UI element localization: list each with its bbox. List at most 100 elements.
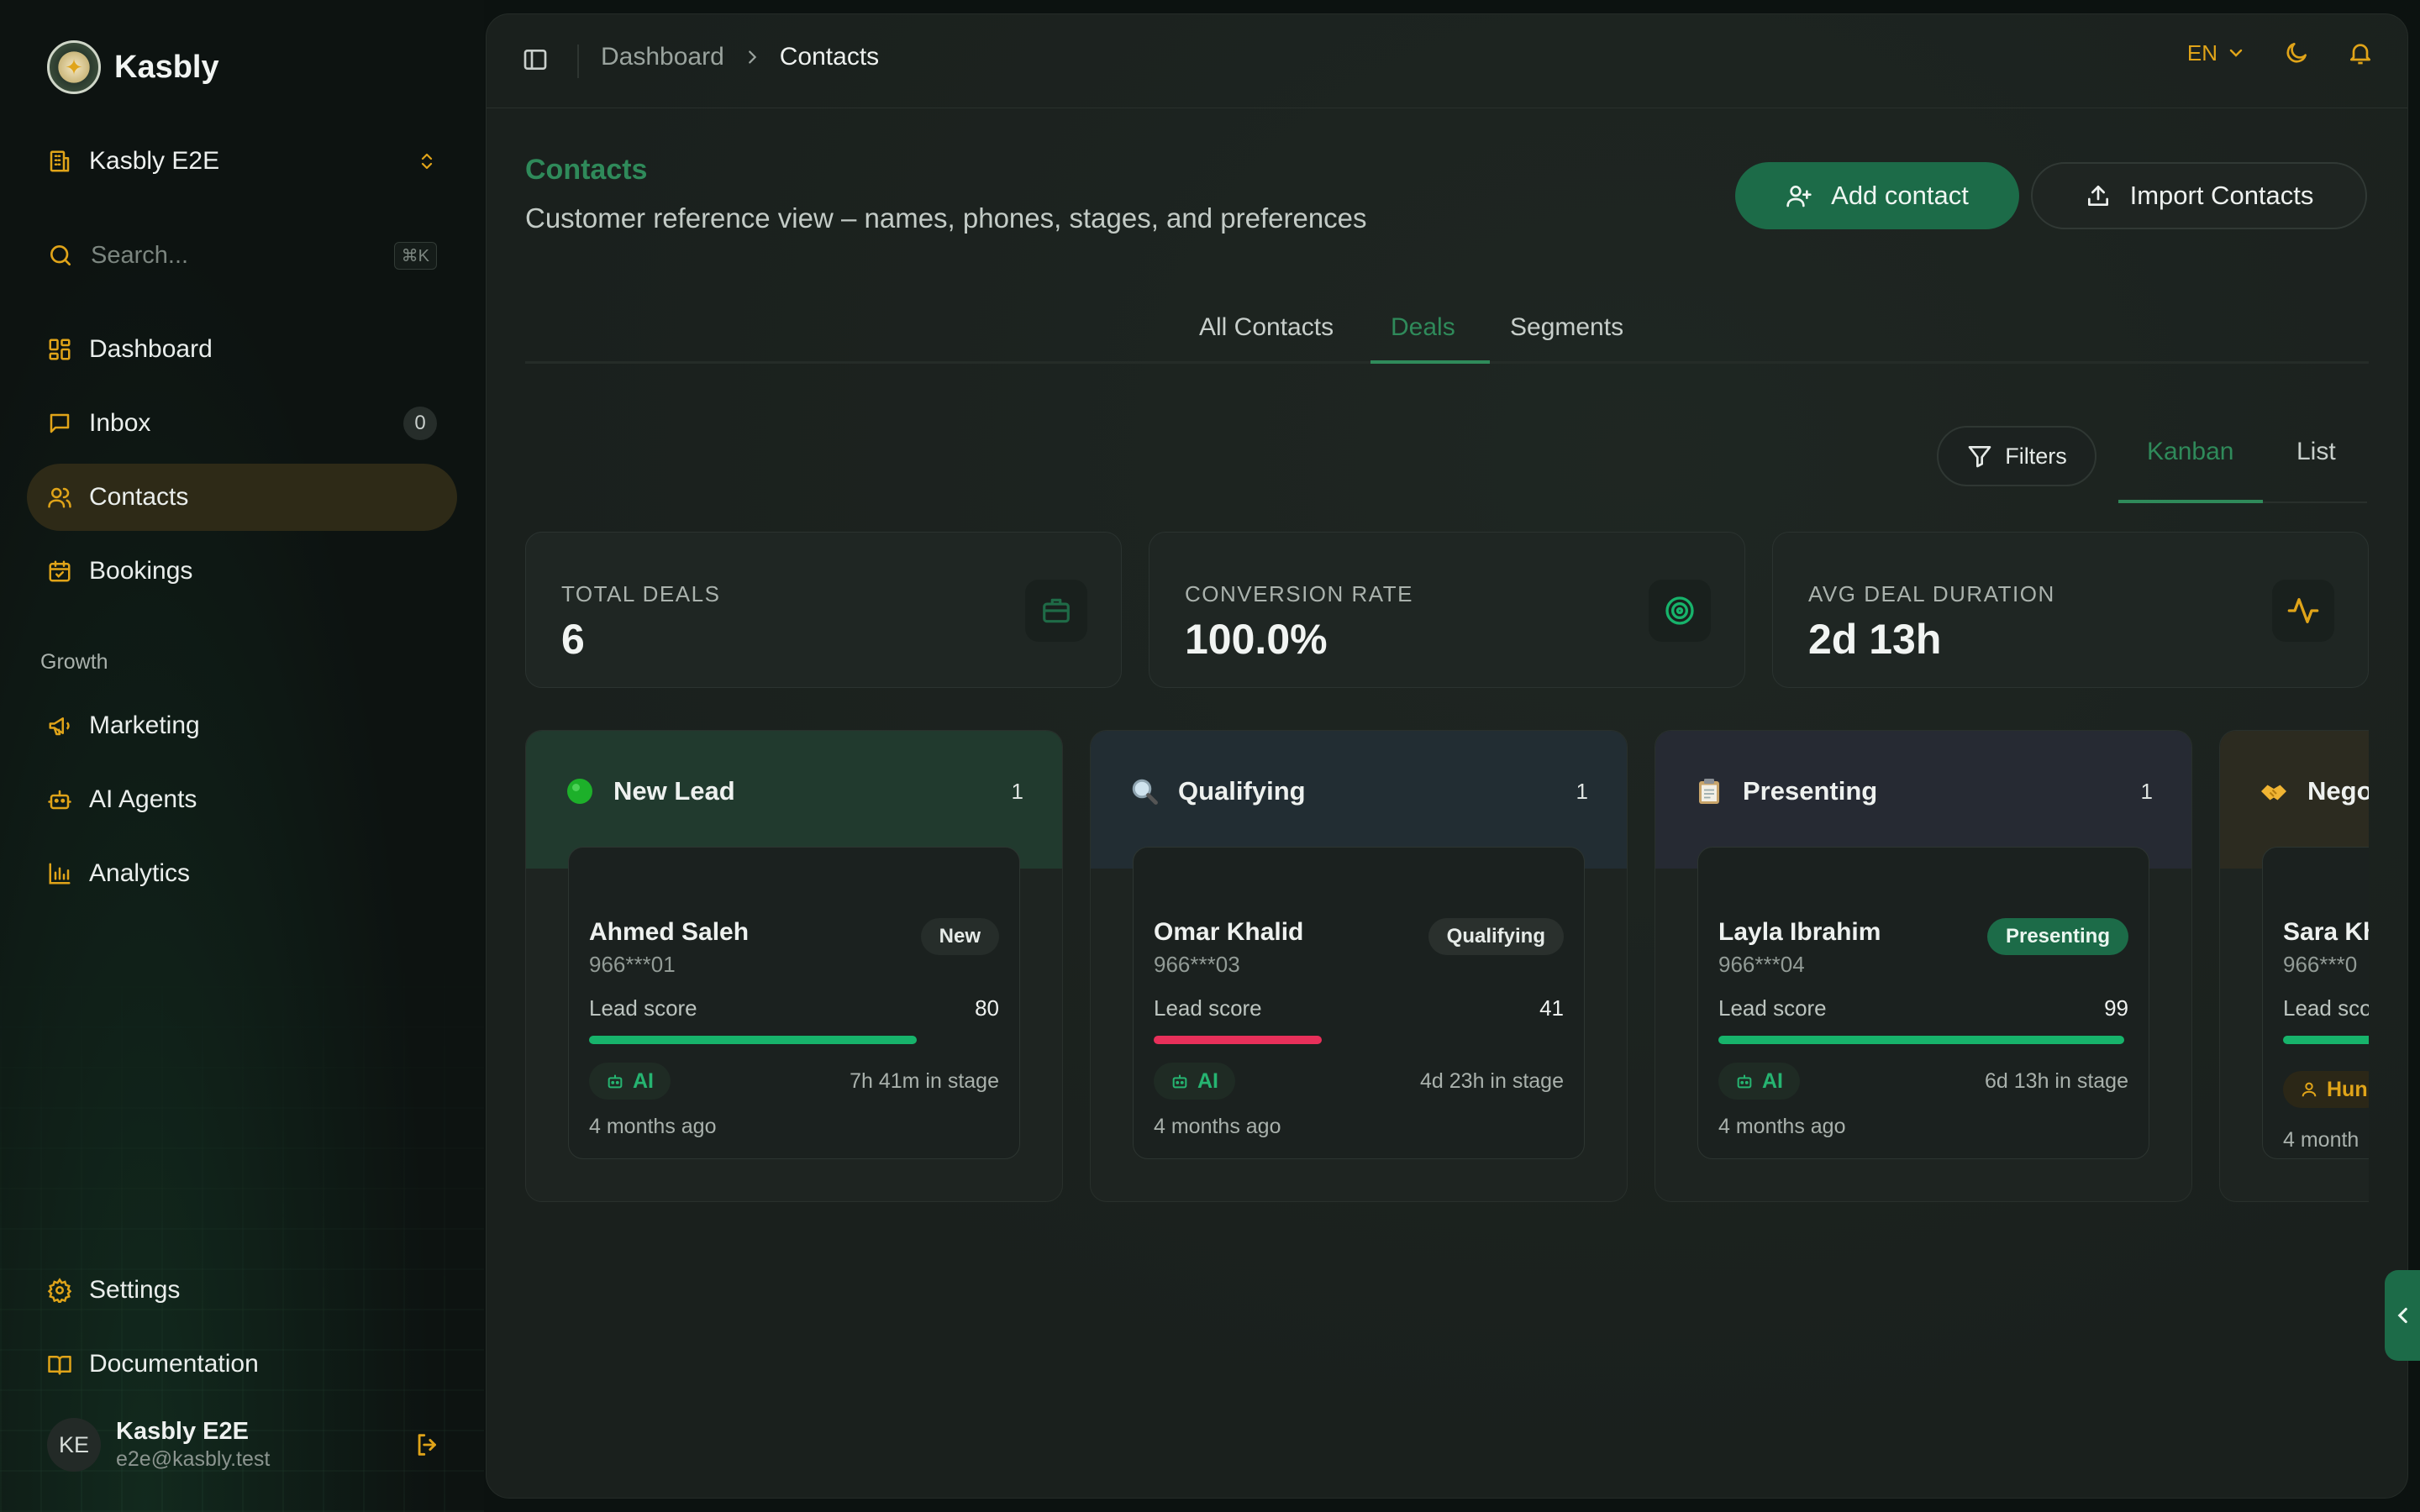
add-contact-button[interactable]: Add contact [1735, 162, 2019, 229]
lead-score-label: Lead score [1154, 995, 1262, 1021]
sidebar-item-marketing[interactable]: Marketing [27, 692, 457, 759]
stat-card-avg-deal-duration: AVG DEAL DURATION 2d 13h [1772, 532, 2369, 688]
search-icon [47, 242, 74, 269]
nav-section-growth: Growth [40, 650, 108, 674]
inbox-count-badge: 0 [403, 407, 437, 440]
brand[interactable]: ✦ Kasbly [47, 40, 219, 94]
brand-logo-icon: ✦ [47, 40, 101, 94]
deal-card[interactable]: Sara Kh 966***0 Lead sco Hun 4 month [2262, 847, 2369, 1159]
robot-icon [47, 787, 72, 812]
language-selector[interactable]: EN [2187, 40, 2246, 66]
moon-icon[interactable] [2283, 39, 2310, 66]
stage-badge: New [920, 918, 999, 955]
time-in-stage: 7h 41m in stage [850, 1069, 999, 1093]
search-input[interactable]: Search... [91, 242, 188, 270]
view-kanban-tab[interactable]: Kanban [2147, 438, 2233, 466]
contact-phone: 966***03 [1154, 952, 1240, 977]
sidebar-item-settings[interactable]: Settings [27, 1257, 457, 1324]
sidebar-item-bookings[interactable]: Bookings [27, 538, 457, 605]
primary-nav: Dashboard Inbox 0 Contacts Bookings [27, 316, 457, 612]
breadcrumb: Dashboard Contacts [601, 43, 879, 71]
lead-score-fill [1718, 1036, 2125, 1044]
stat-card-conversion-rate: CONVERSION RATE 100.0% [1149, 532, 1745, 688]
import-contacts-button[interactable]: Import Contacts [2031, 162, 2367, 229]
view-switch: Kanban List [2118, 434, 2367, 503]
lead-score-value: 41 [1539, 995, 1564, 1021]
tab-all-contacts[interactable]: All Contacts [1199, 302, 1334, 364]
sidebar-toggle-icon[interactable] [522, 46, 549, 73]
filters-button[interactable]: Filters [1937, 426, 2096, 486]
target-icon [1649, 580, 1711, 642]
growth-nav: Marketing AI Agents Analytics [27, 692, 457, 914]
agent-badge: AI [1718, 1063, 1800, 1100]
bell-icon[interactable] [2347, 39, 2374, 66]
import-contacts-label: Import Contacts [2129, 181, 2314, 210]
agent-label: Hun [2327, 1077, 2368, 1101]
sidebar-item-dashboard[interactable]: Dashboard [27, 316, 457, 383]
column-count: 1 [1576, 778, 1588, 804]
chevron-right-icon [743, 48, 761, 66]
user-plus-icon [1786, 182, 1812, 209]
agent-badge: Hun [2283, 1071, 2369, 1108]
deal-card[interactable]: Layla Ibrahim 966***04 Presenting Lead s… [1697, 847, 2149, 1159]
sidebar-item-inbox[interactable]: Inbox 0 [27, 390, 457, 457]
deal-card[interactable]: Omar Khalid 966***03 Qualifying Lead sco… [1133, 847, 1585, 1159]
sidebar-item-contacts[interactable]: Contacts [27, 464, 457, 531]
stat-label: AVG DEAL DURATION [1808, 581, 2055, 606]
agent-badge: AI [1154, 1063, 1235, 1100]
column-title: Qualifying [1178, 776, 1306, 806]
sidebar-item-ai-agents[interactable]: AI Agents [27, 766, 457, 833]
workspace-switcher[interactable]: Kasbly E2E [47, 141, 437, 181]
column-title: New Lead [613, 776, 735, 806]
stat-value: 100.0% [1185, 616, 1328, 663]
page-title: Contacts [525, 154, 648, 186]
view-list-tab[interactable]: List [2296, 438, 2336, 466]
sidebar-item-documentation[interactable]: Documentation [27, 1331, 457, 1398]
lead-score-fill [1154, 1036, 1323, 1044]
sidebar-item-label: AI Agents [89, 785, 197, 813]
collapse-panel-handle[interactable] [2385, 1270, 2420, 1361]
filters-label: Filters [2005, 443, 2067, 469]
agent-label: AI [1762, 1068, 1783, 1093]
column-count: 1 [1011, 778, 1023, 804]
tab-deals[interactable]: Deals [1391, 302, 1455, 364]
lead-score-label: Lead sco [2283, 995, 2369, 1021]
topbar-divider [577, 45, 579, 78]
lead-score-bar [2283, 1036, 2369, 1044]
time-in-stage: 6d 13h in stage [1985, 1069, 2128, 1093]
sidebar-item-label: Marketing [89, 711, 200, 739]
user-profile: KE Kasbly E2E e2e@kasbly.test [47, 1415, 442, 1475]
stage-badge: Qualifying [1428, 918, 1564, 955]
dashboard-icon [47, 337, 72, 362]
agent-badge: AI [589, 1063, 671, 1100]
user-name: Kasbly E2E [116, 1418, 249, 1445]
search-box[interactable]: Search... ⌘K [47, 235, 437, 276]
contact-phone: 966***01 [589, 952, 676, 977]
chevron-left-icon [2392, 1305, 2414, 1326]
kanban-board: New Lead 1 Ahmed Saleh 966***01 New Lead… [525, 730, 2369, 1217]
tab-segments[interactable]: Segments [1510, 302, 1623, 364]
sidebar-item-label: Settings [89, 1276, 181, 1304]
contact-name: Omar Khalid [1154, 918, 1304, 946]
sidebar-item-analytics[interactable]: Analytics [27, 840, 457, 907]
deal-age: 4 months ago [589, 1115, 717, 1138]
lead-score-bar [1154, 1036, 1564, 1044]
breadcrumb-contacts: Contacts [779, 43, 880, 71]
kanban-column-negotiation: Nego Sara Kh 966***0 Lead sco Hun 4 mont… [2219, 730, 2369, 1202]
agent-label: AI [1197, 1068, 1218, 1093]
deal-card[interactable]: Ahmed Saleh 966***01 New Lead score 80 A… [568, 847, 1020, 1159]
lead-score-bar [1718, 1036, 2128, 1044]
bar-chart-icon [47, 861, 72, 886]
lead-score-label: Lead score [589, 995, 697, 1021]
lead-score-bar [589, 1036, 999, 1044]
logout-icon[interactable] [413, 1431, 442, 1459]
lead-score-value: 99 [2104, 995, 2128, 1021]
sidebar-item-label: Bookings [89, 557, 193, 585]
person-icon [2300, 1080, 2318, 1099]
deal-age: 4 months ago [1718, 1115, 1846, 1138]
avatar[interactable]: KE [47, 1418, 101, 1472]
breadcrumb-dashboard[interactable]: Dashboard [601, 43, 724, 71]
column-title: Presenting [1743, 776, 1878, 806]
message-icon [47, 411, 72, 436]
contacts-tabs: All Contacts Deals Segments [525, 302, 2369, 364]
